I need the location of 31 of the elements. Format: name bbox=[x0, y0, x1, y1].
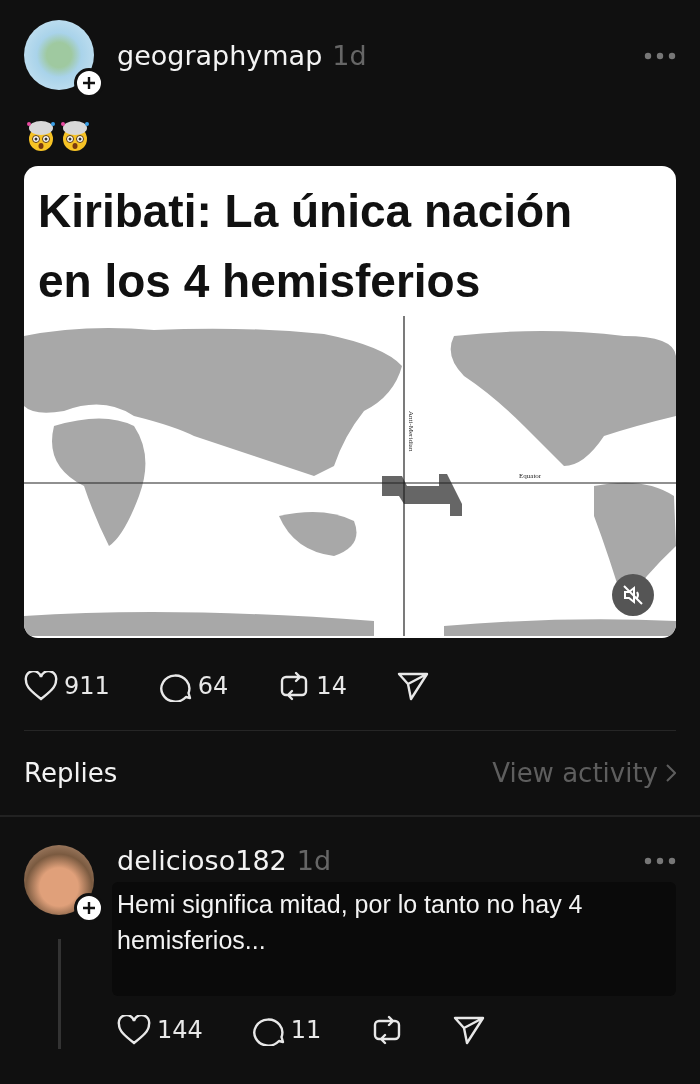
repost-button[interactable]: 14 bbox=[278, 668, 347, 704]
heart-count: 144 bbox=[157, 1016, 203, 1044]
like-button[interactable]: 911 bbox=[24, 668, 110, 704]
timestamp: 1d bbox=[296, 845, 332, 876]
heart-count: 911 bbox=[64, 672, 110, 700]
share-button[interactable] bbox=[453, 1014, 486, 1046]
exploding-head-icon bbox=[58, 118, 92, 152]
comment-button[interactable]: 11 bbox=[252, 1014, 322, 1046]
more-icon[interactable] bbox=[644, 51, 676, 60]
repost-count: 14 bbox=[316, 672, 347, 700]
comment-count: 11 bbox=[290, 1016, 322, 1044]
muted-speaker-icon bbox=[622, 584, 644, 606]
heart-icon bbox=[24, 671, 58, 701]
comment-button[interactable]: 64 bbox=[159, 668, 229, 704]
post-image-title: Kiribati: La única nación en los 4 hemisferios bbox=[37, 184, 574, 309]
exploding-head-icon bbox=[24, 118, 58, 152]
chevron-right-icon bbox=[666, 764, 676, 782]
username[interactable]: geographymap bbox=[117, 40, 323, 71]
mute-button[interactable] bbox=[612, 574, 654, 616]
more-icon[interactable] bbox=[644, 856, 676, 865]
timestamp: 1d bbox=[332, 40, 367, 71]
username[interactable]: delicioso182 bbox=[117, 845, 287, 876]
heart-icon bbox=[117, 1015, 151, 1045]
replies-heading: Replies bbox=[24, 758, 118, 788]
like-button[interactable]: 144 bbox=[117, 1014, 203, 1046]
send-icon bbox=[396, 671, 429, 701]
reply-text: Hemi significa mitad, por lo tanto no hay 4 hemisferios... bbox=[112, 882, 676, 996]
comment-count: 64 bbox=[197, 672, 229, 700]
plus-icon bbox=[82, 76, 96, 90]
send-icon bbox=[453, 1015, 486, 1045]
plus-icon bbox=[82, 901, 96, 915]
